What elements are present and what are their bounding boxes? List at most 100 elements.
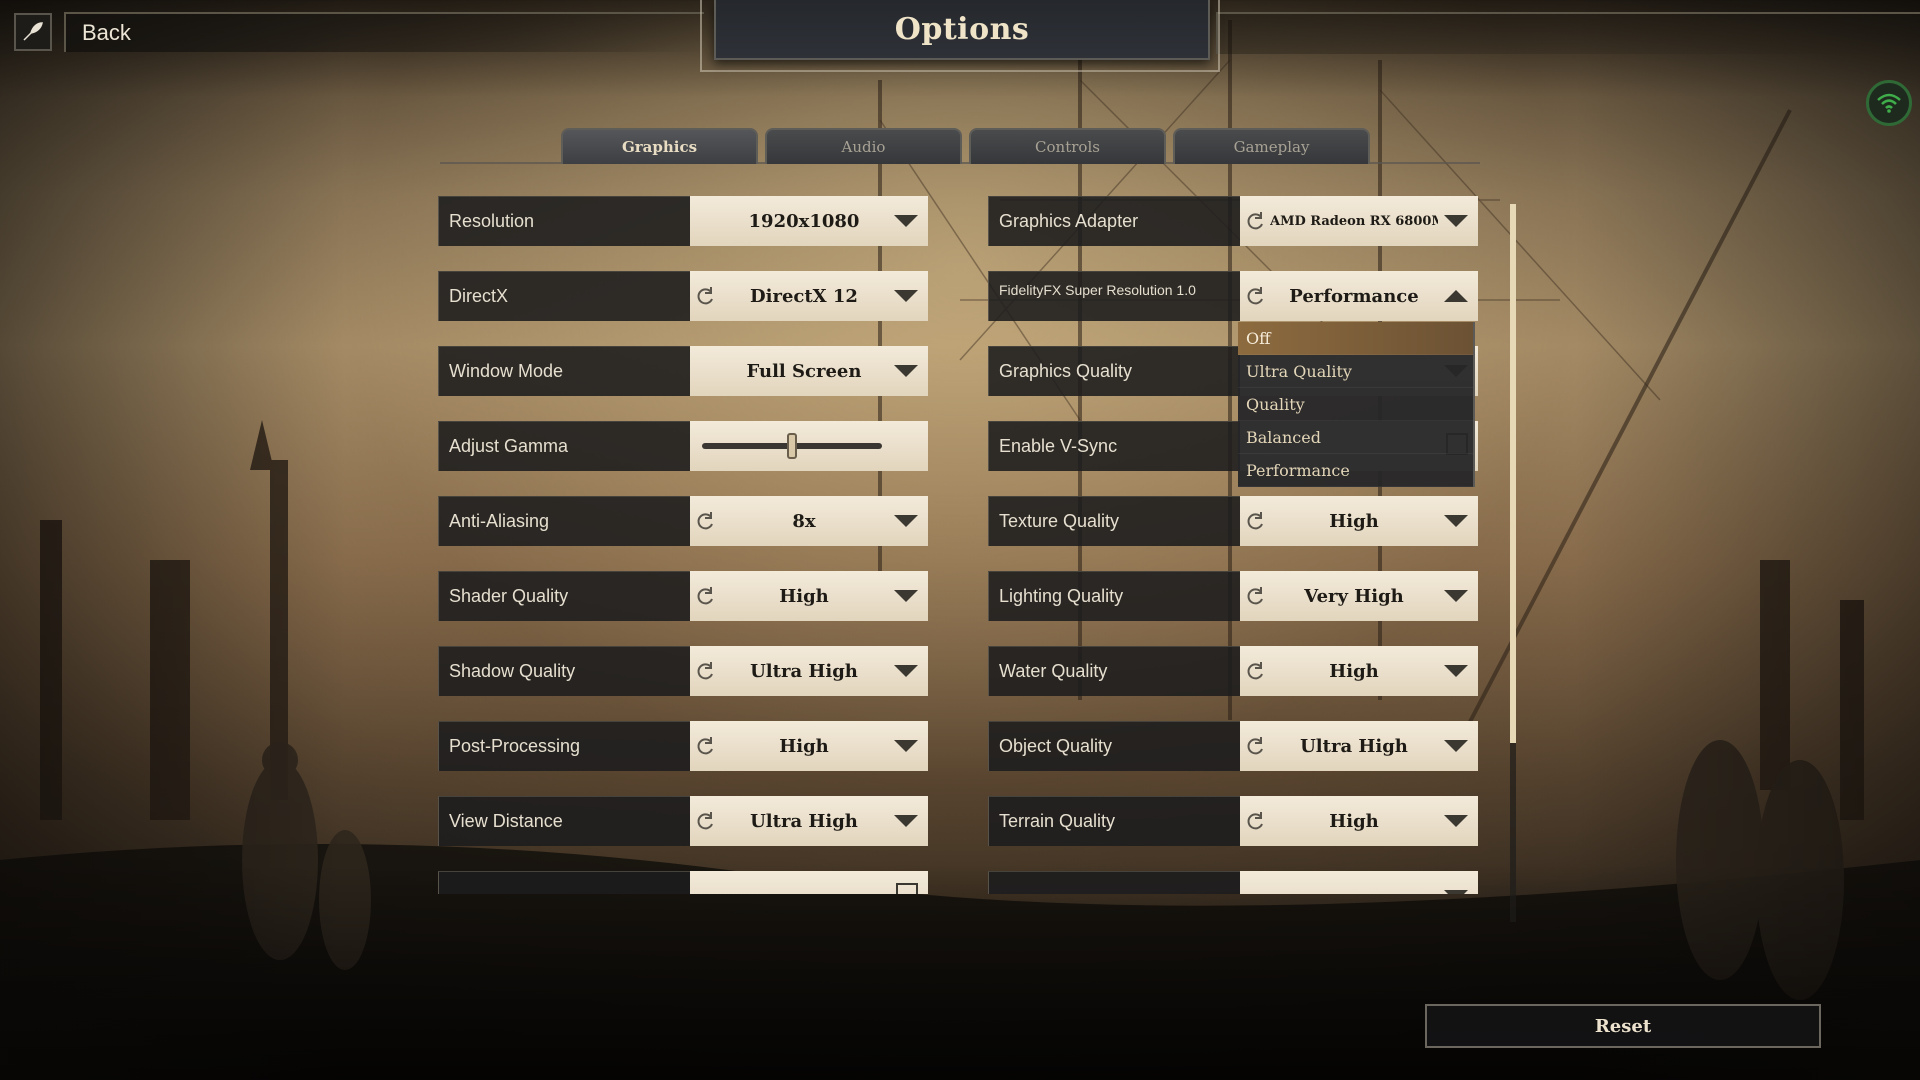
refresh-icon[interactable] — [1244, 736, 1266, 758]
setting-row-fidelityfx-super-resolution-1-0: FidelityFX Super Resolution 1.0 Performan… — [988, 271, 1478, 321]
fsr-option-balanced[interactable]: Balanced — [1238, 421, 1473, 454]
chevron-down-icon[interactable] — [1444, 215, 1468, 227]
anti-aliasing-dropdown[interactable]: 8x — [690, 496, 928, 546]
slider-thumb[interactable] — [787, 433, 797, 459]
refresh-icon[interactable] — [1244, 286, 1266, 308]
chevron-down-icon[interactable] — [1444, 665, 1468, 677]
setting-row-texture-quality: Texture Quality High — [988, 496, 1478, 546]
network-status-button[interactable] — [1866, 80, 1912, 126]
tab-label: Gameplay — [1233, 138, 1310, 156]
setting-label — [988, 871, 1240, 894]
unlabeled-dropdown[interactable] — [1240, 871, 1478, 894]
shader-quality-dropdown[interactable]: High — [690, 571, 928, 621]
fidelityfx-super-resolution-1-0-dropdown[interactable]: Performance — [1240, 271, 1478, 321]
refresh-icon[interactable] — [694, 286, 716, 308]
chevron-down-icon[interactable] — [1444, 890, 1468, 894]
tab-label: Audio — [841, 138, 886, 156]
lighting-quality-dropdown[interactable]: Very High — [1240, 571, 1478, 621]
refresh-icon[interactable] — [694, 736, 716, 758]
unlabeled-checkbox[interactable] — [690, 871, 928, 894]
scrollbar-thumb[interactable] — [1510, 204, 1516, 743]
settings-scrollbar[interactable] — [1510, 204, 1516, 922]
setting-row-adjust-gamma: Adjust Gamma — [438, 421, 928, 471]
header-frame-right — [1216, 12, 1920, 54]
setting-label: Water Quality — [988, 646, 1240, 696]
chevron-down-icon[interactable] — [1444, 590, 1468, 602]
fsr-option-ultra-quality[interactable]: Ultra Quality — [1238, 355, 1473, 388]
refresh-icon[interactable] — [1244, 511, 1266, 533]
setting-label: Lighting Quality — [988, 571, 1240, 621]
refresh-icon[interactable] — [1244, 211, 1266, 233]
setting-label: Enable V-Sync — [988, 421, 1240, 471]
chevron-down-icon[interactable] — [894, 290, 918, 302]
chevron-down-icon[interactable] — [894, 815, 918, 827]
back-icon-button[interactable] — [14, 13, 52, 51]
setting-row-graphics-adapter: Graphics Adapter AMD Radeon RX 6800M — [988, 196, 1478, 246]
tab-graphics[interactable]: Graphics — [561, 128, 758, 164]
setting-label: Graphics Adapter — [988, 196, 1240, 246]
setting-label: Post-Processing — [438, 721, 690, 771]
refresh-icon[interactable] — [1244, 811, 1266, 833]
tab-controls[interactable]: Controls — [969, 128, 1166, 164]
setting-label: Graphics Quality — [988, 346, 1240, 396]
refresh-icon[interactable] — [1244, 586, 1266, 608]
tab-gameplay[interactable]: Gameplay — [1173, 128, 1370, 164]
view-distance-dropdown[interactable]: Ultra High — [690, 796, 928, 846]
chevron-down-icon[interactable] — [894, 665, 918, 677]
fsr-option-off[interactable]: Off — [1238, 322, 1473, 355]
reset-button[interactable]: Reset — [1425, 1004, 1821, 1048]
back-button[interactable]: Back — [64, 12, 704, 52]
object-quality-dropdown[interactable]: Ultra High — [1240, 721, 1478, 771]
setting-value: Ultra High — [750, 660, 858, 682]
setting-label: Shader Quality — [438, 571, 690, 621]
graphics-adapter-dropdown[interactable]: AMD Radeon RX 6800M — [1240, 196, 1478, 246]
refresh-icon[interactable] — [694, 586, 716, 608]
chevron-down-icon[interactable] — [1444, 515, 1468, 527]
setting-value: Ultra High — [750, 810, 858, 832]
setting-value: High — [1329, 810, 1379, 832]
settings-list[interactable]: Resolution 1920x1080 DirectX DirectX 12 Wind… — [438, 196, 1478, 894]
chevron-up-icon[interactable] — [1444, 290, 1468, 302]
page-title-banner: Options — [714, 0, 1210, 60]
chevron-down-icon[interactable] — [1444, 740, 1468, 752]
fsr-option-performance[interactable]: Performance — [1238, 454, 1473, 487]
setting-row-resolution: Resolution 1920x1080 — [438, 196, 928, 246]
chevron-down-icon[interactable] — [894, 590, 918, 602]
chevron-down-icon[interactable] — [1444, 815, 1468, 827]
setting-label: Shadow Quality — [438, 646, 690, 696]
setting-value: AMD Radeon RX 6800M — [1270, 213, 1438, 229]
texture-quality-dropdown[interactable]: High — [1240, 496, 1478, 546]
chevron-down-icon[interactable] — [894, 365, 918, 377]
back-button-label: Back — [82, 20, 131, 45]
directx-dropdown[interactable]: DirectX 12 — [690, 271, 928, 321]
chevron-down-icon[interactable] — [894, 515, 918, 527]
post-processing-dropdown[interactable]: High — [690, 721, 928, 771]
refresh-icon[interactable] — [694, 661, 716, 683]
refresh-icon[interactable] — [694, 811, 716, 833]
setting-value: High — [779, 585, 829, 607]
setting-label — [438, 871, 690, 894]
page-title: Options — [894, 11, 1030, 47]
fsr-option-quality[interactable]: Quality — [1238, 388, 1473, 421]
shadow-quality-dropdown[interactable]: Ultra High — [690, 646, 928, 696]
settings-column-right: Graphics Adapter AMD Radeon RX 6800M Fidel… — [988, 196, 1478, 894]
quill-back-icon — [23, 22, 43, 41]
chevron-down-icon[interactable] — [894, 740, 918, 752]
chevron-down-icon[interactable] — [894, 215, 918, 227]
gamma-slider[interactable] — [690, 421, 928, 471]
checkbox-box[interactable] — [896, 883, 918, 894]
setting-value: Very High — [1304, 585, 1404, 607]
setting-label: Texture Quality — [988, 496, 1240, 546]
refresh-icon[interactable] — [1244, 661, 1266, 683]
setting-value: High — [1329, 660, 1379, 682]
terrain-quality-dropdown[interactable]: High — [1240, 796, 1478, 846]
resolution-dropdown[interactable]: 1920x1080 — [690, 196, 928, 246]
refresh-icon[interactable] — [694, 511, 716, 533]
tab-audio[interactable]: Audio — [765, 128, 962, 164]
setting-value: 8x — [792, 510, 816, 532]
setting-row-unlabeled — [438, 871, 928, 894]
water-quality-dropdown[interactable]: High — [1240, 646, 1478, 696]
tab-label: Graphics — [621, 138, 698, 156]
setting-row-directx: DirectX DirectX 12 — [438, 271, 928, 321]
window-mode-dropdown[interactable]: Full Screen — [690, 346, 928, 396]
